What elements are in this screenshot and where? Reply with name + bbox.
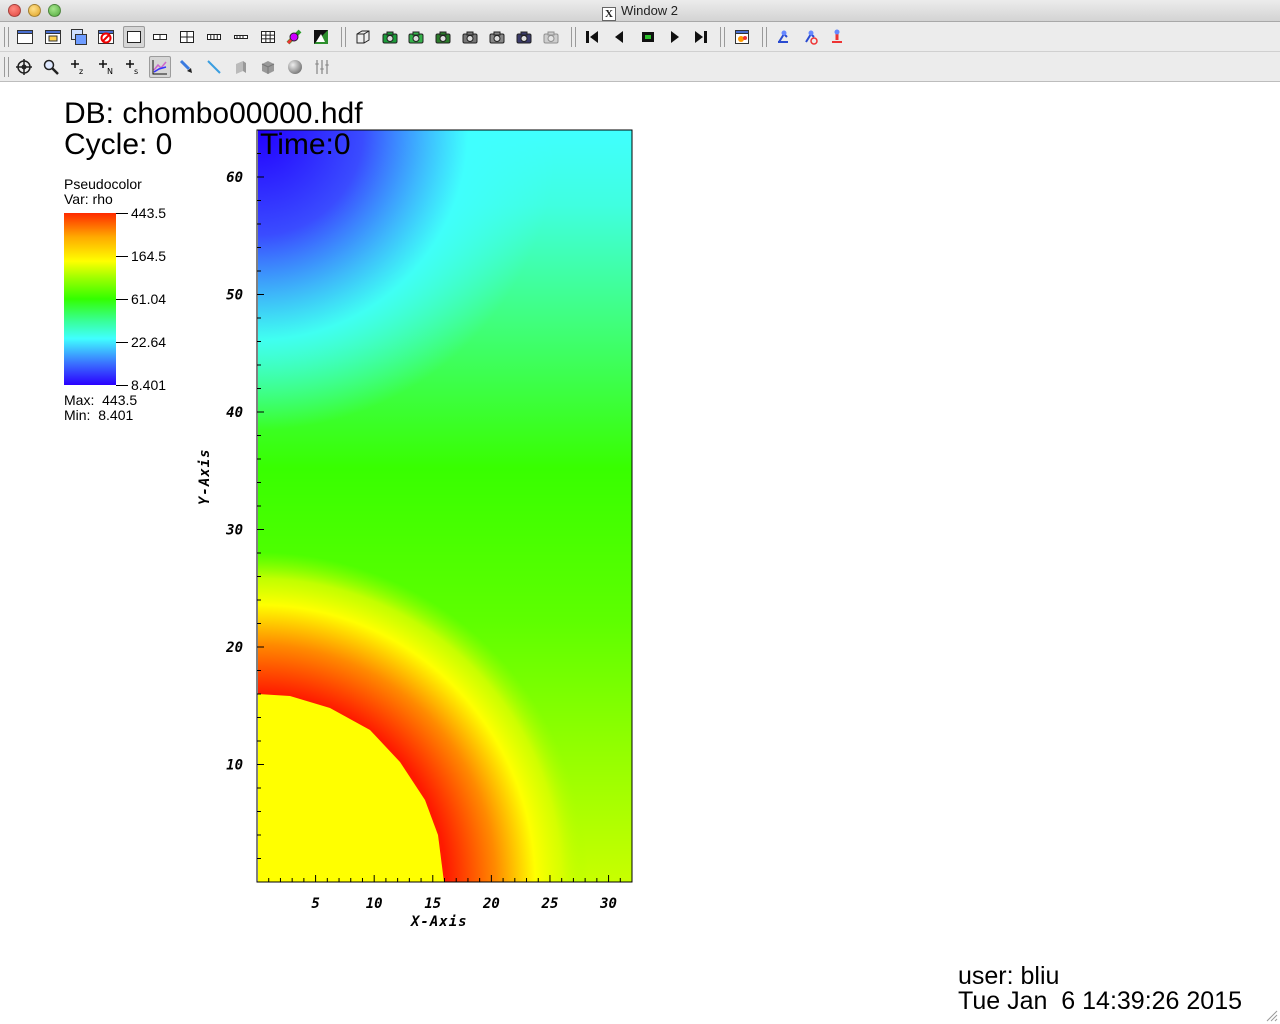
legend-tick bbox=[116, 385, 128, 386]
plot-field bbox=[258, 130, 632, 882]
time-annotation: Time:0 bbox=[260, 128, 351, 161]
legend-tick bbox=[116, 213, 128, 214]
x-tick-label: 15 bbox=[424, 896, 441, 912]
legend-title: Pseudocolor bbox=[64, 176, 142, 192]
legend-label: 61.04 bbox=[131, 291, 167, 307]
y-tick-label: 60 bbox=[226, 170, 243, 186]
legend-label: 22.64 bbox=[131, 334, 167, 350]
x-tick-label: 20 bbox=[482, 896, 500, 912]
resize-grip-icon[interactable] bbox=[1264, 1008, 1278, 1022]
y-axis-title: Y-Axis bbox=[197, 448, 213, 505]
legend-label: 164.5 bbox=[131, 248, 167, 264]
legend-tick bbox=[116, 256, 128, 257]
x-tick-label: 25 bbox=[541, 896, 559, 912]
legend-max: Max: 443.5 bbox=[64, 392, 138, 408]
x-tick-label: 10 bbox=[366, 896, 383, 912]
y-tick-label: 20 bbox=[225, 640, 243, 656]
x-tick-label: 5 bbox=[311, 896, 319, 912]
x-tick-label: 30 bbox=[599, 896, 617, 912]
pseudocolor-plot[interactable]: 5 10 15 20 25 30 10 20 30 40 50 60 bbox=[0, 0, 1280, 1024]
legend-tick bbox=[116, 299, 128, 300]
color-legend-bar bbox=[64, 213, 116, 385]
user-annotation: user: bliu bbox=[958, 962, 1060, 990]
legend-label: 8.401 bbox=[131, 377, 167, 393]
legend-variable: Var: rho bbox=[64, 191, 113, 207]
legend-min: Min: 8.401 bbox=[64, 407, 134, 423]
date-annotation: Tue Jan 6 14:39:26 2015 bbox=[958, 987, 1243, 1015]
legend-label: 443.5 bbox=[131, 205, 167, 221]
y-tick-label: 40 bbox=[226, 405, 243, 421]
x-axis-title: X-Axis bbox=[411, 914, 468, 930]
legend-tick bbox=[116, 342, 128, 343]
y-tick-label: 10 bbox=[226, 758, 243, 774]
y-tick-label: 50 bbox=[226, 288, 243, 304]
y-tick-label: 30 bbox=[225, 523, 243, 539]
